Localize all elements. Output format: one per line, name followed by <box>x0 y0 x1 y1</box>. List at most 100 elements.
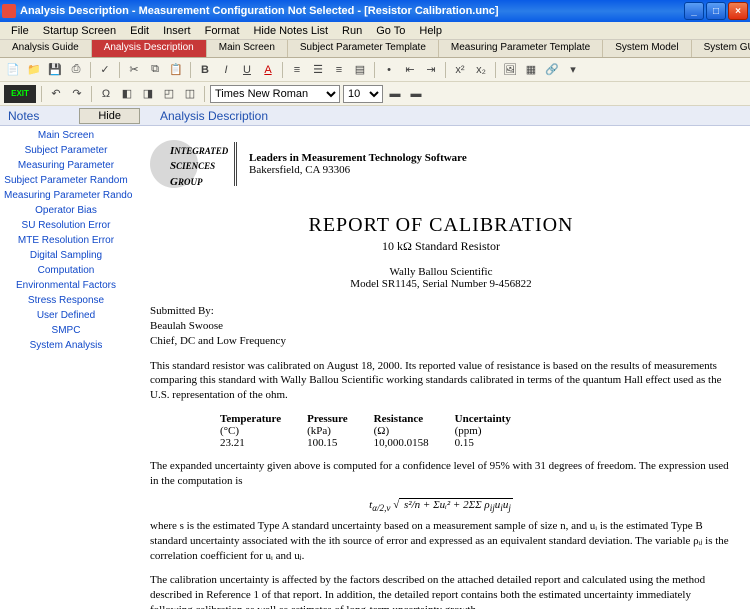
tab-analysis-guide[interactable]: Analysis Guide <box>0 40 92 57</box>
align-right-icon[interactable]: ≡ <box>330 61 348 79</box>
sup2-icon[interactable]: ◨ <box>139 85 157 103</box>
unit-pressure: (kPa) <box>307 425 374 437</box>
manufacturer: Wally Ballou Scientific <box>150 266 732 278</box>
menu-format[interactable]: Format <box>198 23 247 39</box>
th-pressure: Pressure <box>307 413 374 425</box>
nav-mte-resolution-error[interactable]: MTE Resolution Error <box>0 233 132 248</box>
clear-icon[interactable]: ◫ <box>181 85 199 103</box>
bullets-icon[interactable]: • <box>380 61 398 79</box>
save-icon[interactable]: 💾 <box>46 61 64 79</box>
menu-insert[interactable]: Insert <box>156 23 198 39</box>
nav-environmental-factors[interactable]: Environmental Factors <box>0 278 132 293</box>
sub2-icon[interactable]: ◧ <box>118 85 136 103</box>
table-icon[interactable]: ▦ <box>522 61 540 79</box>
symbol-icon[interactable]: Ω <box>97 85 115 103</box>
undo-icon[interactable]: ↶ <box>47 85 65 103</box>
menu-hide-notes-list[interactable]: Hide Notes List <box>246 23 335 39</box>
redo-icon[interactable]: ↷ <box>68 85 86 103</box>
letterhead: INTEGRATED SCIENCES GROUP Leaders in Mea… <box>150 138 732 190</box>
menu-edit[interactable]: Edit <box>123 23 156 39</box>
nav-subject-parameter-random[interactable]: Subject Parameter Random <box>0 173 132 188</box>
menu-goto[interactable]: Go To <box>369 23 412 39</box>
align-center-icon[interactable]: ☰ <box>309 61 327 79</box>
separator <box>119 62 120 78</box>
indent-inc-icon[interactable]: ⇥ <box>422 61 440 79</box>
tab-system-model[interactable]: System Model <box>603 40 691 57</box>
align-left-icon[interactable]: ≡ <box>288 61 306 79</box>
th-temperature: Temperature <box>220 413 307 425</box>
menu-file[interactable]: File <box>4 23 36 39</box>
report-title: REPORT OF CALIBRATION <box>150 214 732 237</box>
tab-measuring-parameter-template[interactable]: Measuring Parameter Template <box>439 40 603 57</box>
report-subtitle: 10 kΩ Standard Resistor <box>150 239 732 254</box>
maximize-button[interactable]: □ <box>706 2 726 20</box>
separator <box>495 62 496 78</box>
unit-uncertainty: (ppm) <box>455 425 537 437</box>
unit-temperature: (°C) <box>220 425 307 437</box>
copy-icon[interactable]: ⧉ <box>146 61 164 79</box>
link-icon[interactable]: 🔗 <box>543 61 561 79</box>
nav-operator-bias[interactable]: Operator Bias <box>0 203 132 218</box>
document-content[interactable]: INTEGRATED SCIENCES GROUP Leaders in Mea… <box>132 126 750 609</box>
window-title: Analysis Description - Measurement Confi… <box>20 5 684 17</box>
nav-measuring-parameter-random[interactable]: Measuring Parameter Random <box>0 188 132 203</box>
tab-subject-parameter-template[interactable]: Subject Parameter Template <box>288 40 439 57</box>
nav-su-resolution-error[interactable]: SU Resolution Error <box>0 218 132 233</box>
nav-digital-sampling[interactable]: Digital Sampling <box>0 248 132 263</box>
close-button[interactable]: × <box>728 2 748 20</box>
cut-icon[interactable]: ✂ <box>125 61 143 79</box>
paste-icon[interactable]: 📋 <box>167 61 185 79</box>
print-icon[interactable]: ⎙ <box>67 61 85 79</box>
super-icon[interactable]: x² <box>451 61 469 79</box>
open-icon[interactable]: 📁 <box>25 61 43 79</box>
tab-analysis-description[interactable]: Analysis Description <box>92 40 207 57</box>
line-left-icon[interactable]: ▬ <box>386 85 404 103</box>
paragraph-3: where s is the estimated Type A standard… <box>150 519 732 564</box>
minimize-button[interactable]: _ <box>684 2 704 20</box>
new-icon[interactable]: 📄 <box>4 61 22 79</box>
th-resistance: Resistance <box>374 413 455 425</box>
italic-icon[interactable]: I <box>217 61 235 79</box>
format2-icon[interactable]: ◰ <box>160 85 178 103</box>
underline-icon[interactable]: U <box>238 61 256 79</box>
tagline: Leaders in Measurement Technology Softwa… <box>249 152 467 164</box>
image-icon[interactable]: 🖼 <box>501 61 519 79</box>
notesbar: Notes Hide Analysis Description <box>0 106 750 126</box>
font-select[interactable]: Times New Roman <box>210 85 340 103</box>
model-serial: Model SR1145, Serial Number 9-456822 <box>150 278 732 290</box>
style-icon[interactable]: ▾ <box>564 61 582 79</box>
size-select[interactable]: 10 <box>343 85 383 103</box>
sidebar: Main Screen Subject Parameter Measuring … <box>0 126 132 609</box>
align-justify-icon[interactable]: ▤ <box>351 61 369 79</box>
spell-icon[interactable]: ✓ <box>96 61 114 79</box>
line-right-icon[interactable]: ▬ <box>407 85 425 103</box>
sub-icon[interactable]: x₂ <box>472 61 490 79</box>
menu-startup-screen[interactable]: Startup Screen <box>36 23 123 39</box>
indent-dec-icon[interactable]: ⇤ <box>401 61 419 79</box>
notes-title: Analysis Description <box>160 109 268 123</box>
titlebar: Analysis Description - Measurement Confi… <box>0 0 750 22</box>
nav-computation[interactable]: Computation <box>0 263 132 278</box>
nav-stress-response[interactable]: Stress Response <box>0 293 132 308</box>
data-table: Temperature Pressure Resistance Uncertai… <box>220 413 732 449</box>
menu-run[interactable]: Run <box>335 23 369 39</box>
tab-system-gui[interactable]: System GUI <box>692 40 750 57</box>
submitter-name: Beaulah Swoose <box>150 319 732 334</box>
value-temperature: 23.21 <box>220 437 307 449</box>
hide-button[interactable]: Hide <box>79 108 140 124</box>
nav-measuring-parameter[interactable]: Measuring Parameter <box>0 158 132 173</box>
paragraph-1: This standard resistor was calibrated on… <box>150 359 732 404</box>
exit-button[interactable]: EXIT <box>4 85 36 103</box>
menu-help[interactable]: Help <box>412 23 449 39</box>
font-color-icon[interactable]: A <box>259 61 277 79</box>
font-toolbar: EXIT ↶ ↷ Ω ◧ ◨ ◰ ◫ Times New Roman 10 ▬ … <box>0 82 750 106</box>
nav-smpc[interactable]: SMPC <box>0 323 132 338</box>
nav-main-screen[interactable]: Main Screen <box>0 128 132 143</box>
nav-subject-parameter[interactable]: Subject Parameter <box>0 143 132 158</box>
logo-icon: INTEGRATED SCIENCES GROUP <box>150 138 222 190</box>
nav-system-analysis[interactable]: System Analysis <box>0 338 132 353</box>
bold-icon[interactable]: B <box>196 61 214 79</box>
format-toolbar: 📄 📁 💾 ⎙ ✓ ✂ ⧉ 📋 B I U A ≡ ☰ ≡ ▤ • ⇤ ⇥ x²… <box>0 58 750 82</box>
nav-user-defined[interactable]: User Defined <box>0 308 132 323</box>
tab-main-screen[interactable]: Main Screen <box>207 40 288 57</box>
